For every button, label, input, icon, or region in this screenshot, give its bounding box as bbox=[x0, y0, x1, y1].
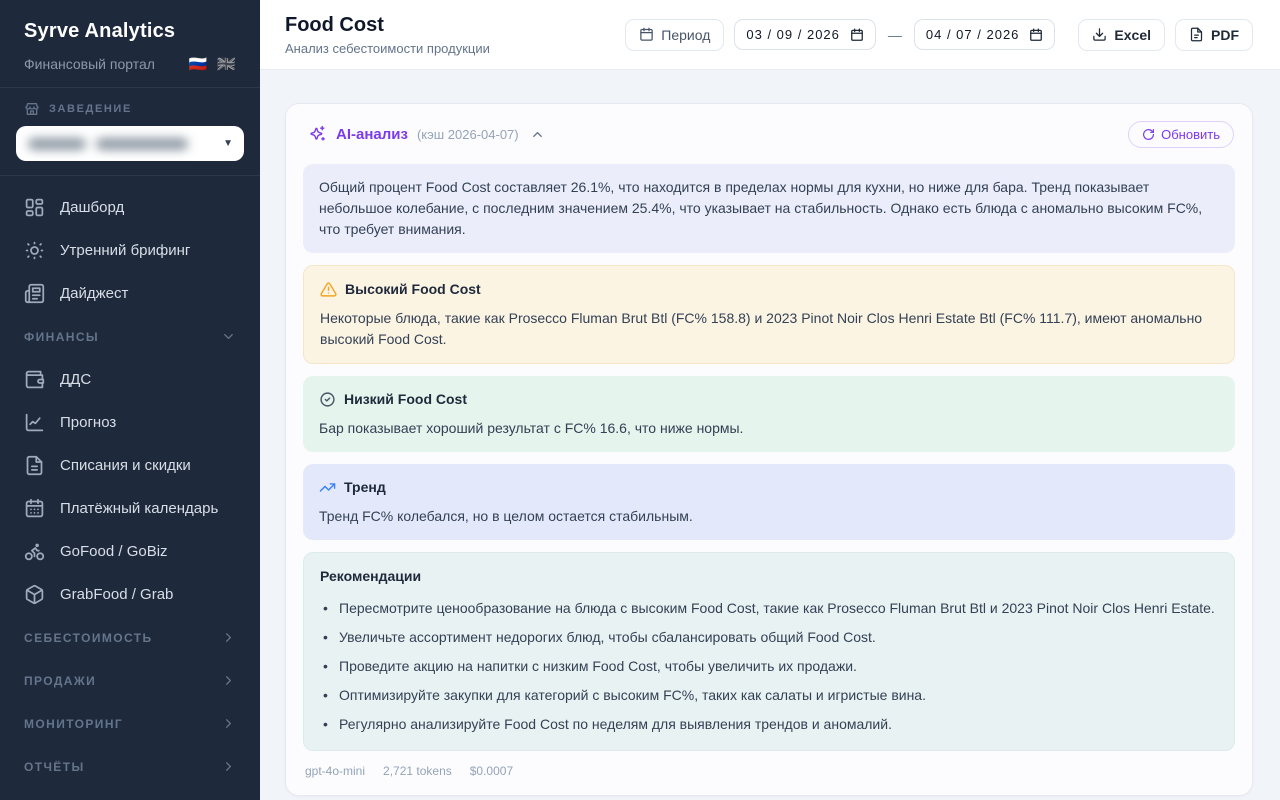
ai-summary-text: Общий процент Food Cost составляет 26.1%… bbox=[319, 179, 1202, 237]
ai-cache-note: (кэш 2026-04-07) bbox=[417, 127, 519, 142]
content-area: AI-анализ (кэш 2026-04-07) Обновить Общи… bbox=[260, 70, 1280, 800]
ai-panel-footer: gpt-4o-mini 2,721 tokens $0.0007 bbox=[303, 751, 1235, 778]
date-range-separator: — bbox=[886, 27, 904, 43]
export-excel-button[interactable]: Excel bbox=[1078, 19, 1165, 51]
ai-alert-trend: Тренд Тренд FC% колебался, но в целом ос… bbox=[303, 464, 1235, 540]
check-circle-icon bbox=[319, 391, 336, 408]
main-area: Food Cost Анализ себестоимости продукции… bbox=[260, 0, 1280, 800]
download-icon bbox=[1092, 27, 1107, 42]
package-icon bbox=[24, 584, 45, 605]
chevron-down-icon bbox=[221, 329, 236, 344]
chart-line-icon bbox=[24, 412, 45, 433]
alert-title: Тренд bbox=[344, 477, 386, 498]
sidebar-item-writeoffs-discounts[interactable]: Списания и скидки bbox=[0, 444, 260, 487]
file-icon bbox=[1189, 27, 1204, 42]
recommendation-item: Регулярно анализируйте Food Cost по неде… bbox=[320, 714, 1218, 735]
chevron-up-icon[interactable] bbox=[530, 127, 545, 142]
alert-text: Некоторые блюда, такие как Prosecco Flum… bbox=[320, 308, 1218, 350]
sidebar-item-dds[interactable]: ДДС bbox=[0, 358, 260, 401]
sidebar: Syrve Analytics Финансовый портал 🇷🇺 🇬🇧 … bbox=[0, 0, 260, 800]
chevron-right-icon bbox=[221, 716, 236, 731]
sidebar-item-gofood[interactable]: GoFood / GoBiz bbox=[0, 530, 260, 573]
calendar-icon bbox=[639, 27, 654, 42]
page-title: Food Cost bbox=[285, 14, 490, 37]
chevron-down-icon: ▼ bbox=[223, 138, 233, 149]
app-title: Syrve Analytics bbox=[24, 20, 236, 43]
sidebar-item-dashboard[interactable]: Дашборд bbox=[0, 186, 260, 229]
recommendations-list: Пересмотрите ценообразование на блюда с … bbox=[320, 598, 1218, 735]
sun-icon bbox=[24, 240, 45, 261]
alert-title: Низкий Food Cost bbox=[344, 389, 467, 410]
ai-analysis-title: AI-анализ bbox=[336, 126, 408, 143]
dashboard-icon bbox=[24, 197, 45, 218]
recommendations-title: Рекомендации bbox=[320, 566, 1218, 587]
calendar-icon[interactable] bbox=[1029, 28, 1043, 42]
sparkles-icon bbox=[308, 125, 327, 144]
period-button[interactable]: Период bbox=[625, 19, 724, 51]
wallet-icon bbox=[24, 369, 45, 390]
alert-triangle-icon bbox=[320, 281, 337, 298]
page-subtitle: Анализ себестоимости продукции bbox=[285, 41, 490, 56]
sidebar-item-digest[interactable]: Дайджест bbox=[0, 272, 260, 315]
sidebar-item-forecast[interactable]: Прогноз bbox=[0, 401, 260, 444]
alert-text: Тренд FC% колебался, но в целом остается… bbox=[319, 506, 1219, 527]
chevron-right-icon bbox=[221, 759, 236, 774]
date-from-input[interactable]: 03 / 09 / 2026 bbox=[734, 19, 876, 50]
token-count: 2,721 tokens bbox=[383, 764, 452, 778]
page-header: Food Cost Анализ себестоимости продукции… bbox=[260, 0, 1280, 70]
alert-text: Бар показывает хороший результат с FC% 1… bbox=[319, 418, 1219, 439]
ai-alert-high-foodcost: Высокий Food Cost Некоторые блюда, такие… bbox=[303, 265, 1235, 364]
redacted-venue-text bbox=[28, 138, 86, 150]
store-icon bbox=[24, 101, 40, 117]
export-pdf-button[interactable]: PDF bbox=[1175, 19, 1253, 51]
venue-section-label: ЗАВЕДЕНИЕ bbox=[16, 101, 244, 126]
trending-up-icon bbox=[319, 479, 336, 496]
redacted-venue-text bbox=[96, 138, 188, 150]
date-to-input[interactable]: 04 / 07 / 2026 bbox=[914, 19, 1056, 50]
ai-summary-card: Общий процент Food Cost составляет 26.1%… bbox=[303, 164, 1235, 253]
sidebar-section-reports[interactable]: ОТЧЁТЫ bbox=[0, 745, 260, 788]
recommendation-item: Оптимизируйте закупки для категорий с вы… bbox=[320, 685, 1218, 706]
sidebar-item-payment-calendar[interactable]: Платёжный календарь bbox=[0, 487, 260, 530]
newspaper-icon bbox=[24, 283, 45, 304]
calendar-icon[interactable] bbox=[850, 28, 864, 42]
sidebar-item-grabfood[interactable]: GrabFood / Grab bbox=[0, 573, 260, 616]
sidebar-section-monitoring[interactable]: МОНИТОРИНГ bbox=[0, 702, 260, 745]
app-subtitle: Финансовый портал bbox=[24, 56, 155, 72]
venue-select[interactable]: ▼ bbox=[16, 126, 244, 161]
sidebar-menu: Дашборд Утренний брифинг Дайджест ФИНАНС… bbox=[0, 176, 260, 788]
language-en-flag[interactable]: 🇬🇧 bbox=[217, 55, 236, 73]
bike-icon bbox=[24, 541, 45, 562]
cost-value: $0.0007 bbox=[470, 764, 513, 778]
language-ru-flag[interactable]: 🇷🇺 bbox=[189, 55, 208, 73]
sidebar-section-finance[interactable]: ФИНАНСЫ bbox=[0, 315, 260, 358]
recommendation-item: Увеличьте ассортимент недорогих блюд, чт… bbox=[320, 627, 1218, 648]
file-text-icon bbox=[24, 455, 45, 476]
alert-title: Высокий Food Cost bbox=[345, 279, 481, 300]
ai-alert-low-foodcost: Низкий Food Cost Бар показывает хороший … bbox=[303, 376, 1235, 452]
sidebar-section-sales[interactable]: ПРОДАЖИ bbox=[0, 659, 260, 702]
recommendation-item: Пересмотрите ценообразование на блюда с … bbox=[320, 598, 1218, 619]
ai-recommendations-card: Рекомендации Пересмотрите ценообразовани… bbox=[303, 552, 1235, 751]
ai-analysis-panel: AI-анализ (кэш 2026-04-07) Обновить Общи… bbox=[285, 103, 1253, 796]
refresh-icon bbox=[1142, 128, 1155, 141]
calendar-icon bbox=[24, 498, 45, 519]
chevron-right-icon bbox=[221, 673, 236, 688]
refresh-button[interactable]: Обновить bbox=[1128, 121, 1234, 148]
model-name: gpt-4o-mini bbox=[305, 764, 365, 778]
sidebar-item-morning-briefing[interactable]: Утренний брифинг bbox=[0, 229, 260, 272]
sidebar-section-cost[interactable]: СЕБЕСТОИМОСТЬ bbox=[0, 616, 260, 659]
chevron-right-icon bbox=[221, 630, 236, 645]
recommendation-item: Проведите акцию на напитки с низким Food… bbox=[320, 656, 1218, 677]
